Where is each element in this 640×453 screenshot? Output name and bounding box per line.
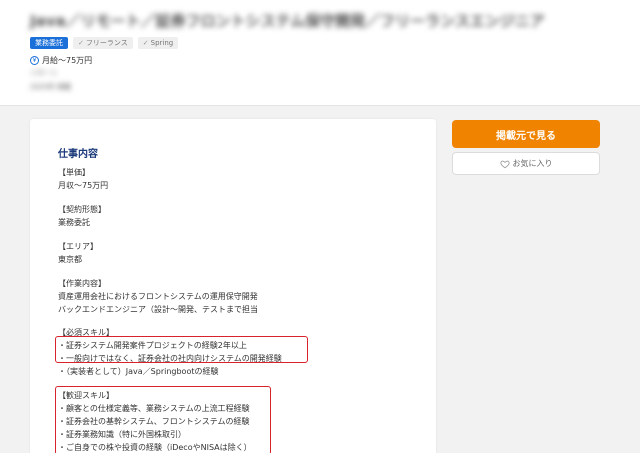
heart-icon: [499, 160, 510, 168]
contract-heading: 【契約形態】: [58, 205, 106, 214]
rate-heading: 【単価】: [58, 168, 90, 177]
check-icon: ✓: [142, 39, 149, 47]
location-text: リモート: [30, 69, 58, 77]
posted-date-text: 2024年 掲載: [30, 83, 72, 91]
required-skill-item: ・（実装者として）Java／Springbootの経験: [58, 367, 219, 376]
work-line-1: 資産運用会社におけるフロントシステムの運用保守開発: [58, 292, 258, 301]
tag-contract-type: 業務委託: [30, 37, 68, 49]
highlight-box-required: [55, 336, 308, 363]
salary-row: ¥ 月給～75万円: [30, 55, 92, 66]
highlight-box-preferred: [55, 386, 271, 453]
area-heading: 【エリア】: [58, 242, 98, 251]
tag-freelance: ✓ フリーランス: [73, 37, 133, 49]
tag-spring: ✓ Spring: [137, 37, 179, 49]
check-icon: ✓: [78, 39, 84, 47]
favorite-label: お気に入り: [512, 159, 553, 168]
tag-list: 業務委託 ✓ フリーランス ✓ Spring: [30, 37, 179, 49]
work-line-2: バックエンドエンジニア（設計～開発、テストまで担当: [58, 305, 258, 314]
job-header: Java／リモート／証券フロントシステム保守開発／フリーランスエンジニア 業務委…: [0, 0, 640, 106]
contract-value: 業務委託: [58, 218, 90, 227]
view-source-button[interactable]: 掲載元で見る: [452, 120, 600, 148]
tag-label: Spring: [150, 39, 174, 47]
area-value: 東京都: [58, 255, 82, 264]
tag-label: フリーランス: [85, 39, 128, 47]
yen-icon: ¥: [30, 56, 39, 65]
job-title: Java／リモート／証券フロントシステム保守開発／フリーランスエンジニア: [30, 12, 545, 30]
salary-text: 月給～75万円: [42, 56, 93, 65]
rate-value: 月収～75万円: [58, 181, 109, 190]
work-heading: 【作業内容】: [58, 279, 106, 288]
section-title: 仕事内容: [58, 149, 98, 160]
job-description-card: 仕事内容 【単価】 月収～75万円 【契約形態】 業務委託 【エリア】 東京都 …: [30, 119, 436, 453]
favorite-button[interactable]: お気に入り: [452, 152, 600, 175]
